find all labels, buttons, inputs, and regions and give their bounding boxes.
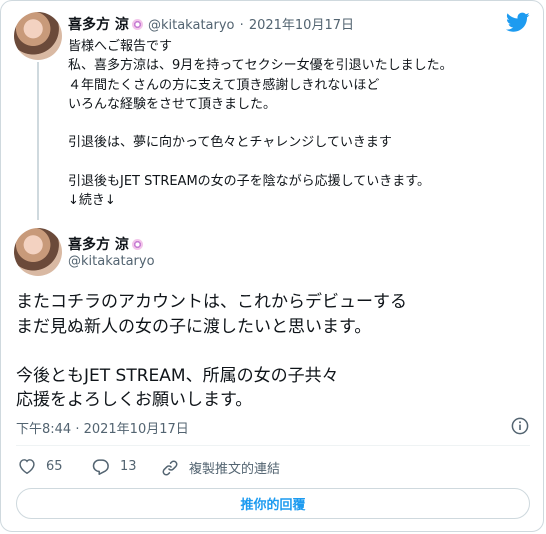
reply-count: 13 bbox=[120, 459, 137, 474]
copy-link-button[interactable]: 複製推文的連結 bbox=[161, 458, 280, 477]
info-icon[interactable] bbox=[511, 417, 529, 435]
badge-icon bbox=[131, 19, 143, 30]
tweet-line: またコチラのアカウントは、これからデビューする bbox=[16, 292, 407, 312]
separator: · bbox=[239, 18, 244, 33]
tweet-line: まだ見ぬ新人の女の子に渡したいと思います。 bbox=[16, 316, 372, 337]
reply-icon bbox=[92, 459, 109, 475]
reply-action-button[interactable]: 13 bbox=[92, 458, 137, 475]
avatar[interactable] bbox=[14, 12, 62, 60]
twitter-bird-icon[interactable] bbox=[506, 12, 530, 33]
thread-connector bbox=[37, 62, 39, 220]
tweet-line: 皆様へご報告です bbox=[68, 39, 173, 54]
author-name[interactable]: 喜多方 涼 bbox=[68, 237, 129, 253]
tweet-timestamp[interactable]: 下午8:44 · 2021年10月17日 bbox=[16, 418, 189, 437]
heart-icon bbox=[19, 459, 35, 474]
tweet-line: いろんな経験をさせて頂きました。 bbox=[68, 96, 277, 112]
tweet-line: ４年間たくさんの方に支えて頂き感謝しきれないほど bbox=[68, 77, 380, 93]
quoted-tweet-text: 皆様へご報告です 私、喜多方涼は、9月を持ってセクシー女優を引退いたしました。 … bbox=[68, 37, 508, 211]
like-count: 65 bbox=[46, 458, 63, 474]
link-icon bbox=[162, 460, 178, 475]
tweet-line: 応援をよろしくお願いします。 bbox=[16, 390, 253, 410]
main-tweet-text: またコチラのアカウントは、これからデビューする まだ見ぬ新人の女の子に渡したいと… bbox=[16, 290, 531, 413]
author-handle[interactable]: @kitakataryo bbox=[68, 254, 155, 269]
badge-icon bbox=[131, 239, 143, 250]
tweet-date[interactable]: 2021年10月17日 bbox=[249, 18, 354, 33]
tweet-line: 引退後は、夢に向かって色々とチャレンジしていきます bbox=[68, 135, 392, 151]
quoted-tweet-header: 喜多方 涼 @kitakataryo · 2021年10月17日 bbox=[68, 14, 354, 34]
tweet-line: 私、喜多方涼は、9月を持ってセクシー女優を引退いたしました。 bbox=[68, 58, 453, 74]
reply-button[interactable]: 推你的回覆 bbox=[16, 488, 530, 519]
main-tweet-author: 喜多方 涼 bbox=[68, 234, 143, 254]
tweet-line: ↓続き↓ bbox=[68, 193, 116, 209]
author-handle[interactable]: @kitakataryo bbox=[148, 18, 235, 33]
divider bbox=[16, 445, 530, 446]
tweet-line: 引退後もJET STREAMの女の子を陰ながら応援していきます。 bbox=[68, 174, 430, 190]
copy-link-label: 複製推文的連結 bbox=[189, 462, 281, 477]
like-button[interactable]: 65 bbox=[18, 458, 63, 474]
author-name[interactable]: 喜多方 涼 bbox=[68, 17, 129, 33]
avatar[interactable] bbox=[14, 228, 62, 276]
tweet-line: 今後ともJET STREAM、所属の女の子共々 bbox=[16, 365, 339, 386]
